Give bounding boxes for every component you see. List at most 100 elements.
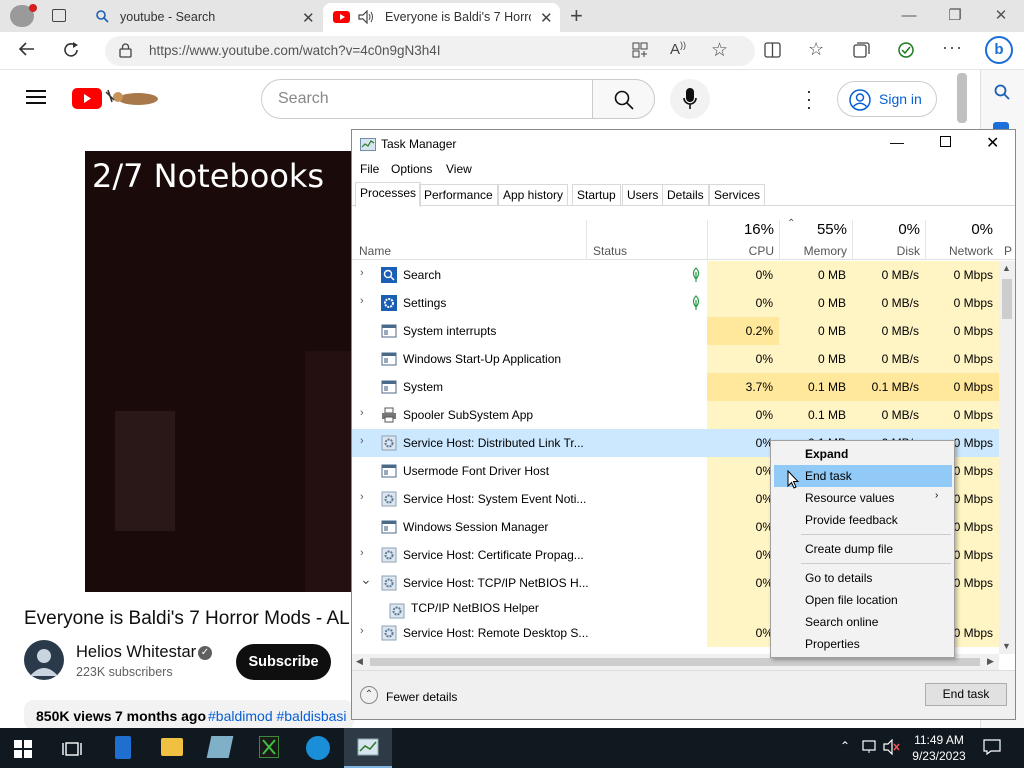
back-arrow-icon[interactable] [18, 40, 36, 58]
menu-options[interactable]: Options [391, 162, 432, 176]
menu-item-expand[interactable]: Expand [774, 443, 952, 465]
col-power[interactable]: P [1004, 244, 1012, 258]
close-icon[interactable]: ✕ [540, 9, 553, 27]
tab-users[interactable]: Users [622, 184, 664, 206]
chevron-right-icon[interactable]: › [360, 407, 364, 419]
task-manager-titlebar[interactable]: Task Manager — ✕ [352, 130, 1015, 160]
browser-scrollbar[interactable] [957, 73, 967, 123]
process-row[interactable]: System interrupts 0.2% 0 MB 0 MB/s 0 Mbps [352, 317, 999, 345]
notepad-icon[interactable] [206, 736, 234, 758]
file-explorer-icon[interactable] [161, 738, 183, 756]
volume-muted-icon[interactable] [883, 739, 901, 755]
chevron-right-icon[interactable]: › [360, 491, 364, 503]
more-options-icon[interactable]: ··· [942, 37, 963, 58]
lock-icon[interactable] [119, 43, 132, 58]
col-network[interactable]: Network [925, 244, 993, 258]
tab-details[interactable]: Details [662, 184, 709, 206]
tab-youtube-video[interactable]: Everyone is Baldi's 7 Horror ✕ [323, 3, 560, 32]
process-list-scrollbar[interactable]: ▲ ▼ [999, 261, 1015, 654]
maximize-icon[interactable] [940, 136, 951, 147]
address-bar[interactable]: https://www.youtube.com/watch?v=4c0n9gN3… [105, 36, 755, 66]
col-status[interactable]: Status [593, 244, 627, 258]
minimize-icon[interactable]: — [890, 134, 904, 150]
close-window-icon[interactable]: ✕ [978, 0, 1024, 32]
menu-file[interactable]: File [360, 162, 379, 176]
chevron-right-icon[interactable]: › [360, 267, 364, 279]
close-icon[interactable]: ✕ [986, 133, 999, 153]
collections-icon[interactable] [853, 42, 870, 58]
tab-actions-icon[interactable] [52, 9, 66, 22]
extensions-icon[interactable] [897, 41, 915, 59]
menu-item-open-file-location[interactable]: Open file location [774, 589, 952, 611]
col-memory[interactable]: Memory [779, 244, 847, 258]
favorite-star-icon[interactable]: ☆ [711, 39, 728, 62]
split-screen-icon[interactable] [764, 42, 781, 58]
menu-item-create-dump[interactable]: Create dump file [774, 538, 952, 560]
tab-performance[interactable]: Performance [419, 184, 498, 206]
tab-startup[interactable]: Startup [572, 184, 621, 206]
chevron-right-icon[interactable]: › [360, 435, 364, 447]
tab-app-history[interactable]: App history [498, 184, 569, 206]
task-view-icon[interactable] [62, 740, 82, 758]
close-icon[interactable]: ✕ [302, 9, 315, 27]
tab-processes[interactable]: Processes [355, 182, 422, 207]
favorites-icon[interactable]: ☆ [808, 39, 824, 60]
tab-youtube-search[interactable]: youtube - Search ✕ [84, 3, 320, 32]
youtube-doodle-icon[interactable] [104, 88, 162, 108]
task-manager-taskbar-button[interactable] [344, 728, 392, 768]
menu-view[interactable]: View [446, 162, 472, 176]
minimize-icon[interactable]: — [886, 0, 932, 32]
system-clock[interactable]: 11:49 AM 9/23/2023 [905, 732, 973, 764]
process-row[interactable]: › Search 0% 0 MB 0 MB/s 0 Mbps [352, 261, 999, 289]
chevron-right-icon[interactable]: › [360, 295, 364, 307]
col-disk[interactable]: Disk [852, 244, 920, 258]
network-icon[interactable] [862, 740, 878, 754]
process-row[interactable]: › Settings 0% 0 MB 0 MB/s 0 Mbps [352, 289, 999, 317]
channel-avatar[interactable] [24, 640, 64, 680]
hashtags[interactable]: #baldimod #baldisbasi [208, 708, 347, 724]
channel-name[interactable]: Helios Whitestar [76, 643, 196, 662]
windows-start-icon[interactable] [14, 740, 32, 758]
youtube-logo[interactable] [72, 88, 102, 109]
chevron-up-icon[interactable]: ⌃ [360, 686, 378, 704]
process-row[interactable]: Windows Start-Up Application 0% 0 MB 0 MB/s… [352, 345, 999, 373]
green-app-icon[interactable] [259, 736, 279, 758]
chevron-right-icon[interactable]: › [360, 625, 364, 637]
restore-icon[interactable]: ❐ [932, 0, 978, 32]
chevron-up-icon[interactable]: ⌃ [840, 739, 850, 753]
refresh-icon[interactable] [62, 41, 80, 59]
app-available-icon[interactable] [632, 42, 648, 58]
menu-item-go-to-details[interactable]: Go to details [774, 567, 952, 589]
col-name[interactable]: Name [359, 244, 391, 258]
chevron-down-icon[interactable]: ⌄ [360, 571, 372, 588]
new-tab-icon[interactable]: + [570, 3, 583, 29]
edge-icon[interactable] [306, 736, 330, 760]
hamburger-menu-icon[interactable] [26, 89, 46, 105]
process-row[interactable]: System 3.7% 0.1 MB 0.1 MB/s 0 Mbps [352, 373, 999, 401]
menu-item-provide-feedback[interactable]: Provide feedback [774, 509, 952, 531]
notifications-icon[interactable] [983, 739, 1001, 755]
kebab-menu-icon[interactable]: · · · [806, 82, 812, 116]
bing-chat-icon[interactable]: b [985, 36, 1013, 64]
voice-search-button[interactable] [670, 79, 710, 119]
end-task-button[interactable]: End task [925, 683, 1007, 706]
video-description-box[interactable]: 850K views 7 months ago #baldimod #baldi… [24, 700, 354, 730]
process-row[interactable]: › Spooler SubSystem App 0% 0.1 MB 0 MB/s 0 Mb… [352, 401, 999, 429]
sign-in-button[interactable]: Sign in [837, 81, 937, 117]
menu-item-resource-values[interactable]: Resource values [774, 487, 952, 509]
speaker-icon[interactable] [358, 10, 374, 24]
tab-services[interactable]: Services [709, 184, 766, 206]
fewer-details-link[interactable]: Fewer details [386, 690, 457, 704]
sidebar-search-icon[interactable] [994, 84, 1010, 100]
col-cpu[interactable]: CPU [707, 244, 774, 258]
subscribe-button[interactable]: Subscribe [236, 644, 331, 680]
menu-item-properties[interactable]: Properties [774, 633, 952, 655]
document-app-icon[interactable] [115, 736, 131, 759]
youtube-search-button[interactable] [592, 79, 655, 119]
menu-item-end-task[interactable]: End task [774, 465, 952, 487]
video-player[interactable]: 2/7 Notebooks [85, 151, 385, 592]
read-aloud-icon[interactable]: A)) [670, 40, 686, 58]
profile-avatar[interactable] [10, 4, 37, 27]
chevron-right-icon[interactable]: › [360, 547, 364, 559]
menu-item-search-online[interactable]: Search online [774, 611, 952, 633]
